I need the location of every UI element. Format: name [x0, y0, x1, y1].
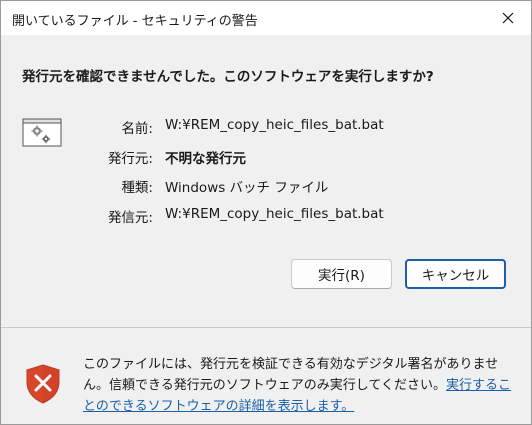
detail-label: 名前: — [121, 121, 153, 137]
detail-label: 発行元: — [107, 151, 153, 167]
detail-value: W:¥REM_copy_heic_files_bat.bat — [165, 117, 384, 133]
warning-footer: このファイルには、発行元を検証できる有効なデジタル署名がありません。信頼できる発… — [1, 328, 531, 424]
cancel-button[interactable]: キャンセル — [405, 259, 506, 289]
detail-value: Windows バッチ ファイル — [165, 180, 329, 196]
detail-row-publisher: 発行元: 不明な発行元 — [1, 147, 531, 167]
detail-row-name: 名前: W:¥REM_copy_heic_files_bat.bat — [1, 117, 531, 137]
window-title: 開いているファイル - セキュリティの警告 — [12, 14, 258, 29]
shield-x-icon — [26, 364, 60, 404]
detail-value: 不明な発行元 — [165, 151, 246, 167]
warning-text: このファイルには、発行元を検証できる有効なデジタル署名がありません。信頼できる発… — [83, 357, 499, 393]
detail-row-type: 種類: Windows バッチ ファイル — [1, 176, 531, 196]
run-button[interactable]: 実行(R) — [291, 259, 392, 289]
question-text: 発行元を確認できませんでした。このソフトウェアを実行しますか? — [22, 69, 434, 85]
close-button[interactable] — [485, 1, 531, 35]
detail-label: 発信元: — [107, 210, 153, 226]
detail-label: 種類: — [121, 180, 153, 196]
detail-row-origin: 発信元: W:¥REM_copy_heic_files_bat.bat — [1, 206, 531, 226]
title-bar: 開いているファイル - セキュリティの警告 — [1, 1, 531, 35]
warning-message: このファイルには、発行元を検証できる有効なデジタル署名がありません。信頼できる発… — [83, 354, 513, 417]
dialog-body: 発行元を確認できませんでした。このソフトウェアを実行しますか? 名前: W:¥R… — [1, 35, 531, 327]
security-warning-dialog: 開いているファイル - セキュリティの警告 発行元を確認できませんでした。このソ… — [0, 0, 532, 425]
detail-value: W:¥REM_copy_heic_files_bat.bat — [165, 206, 384, 222]
close-icon — [502, 12, 514, 24]
